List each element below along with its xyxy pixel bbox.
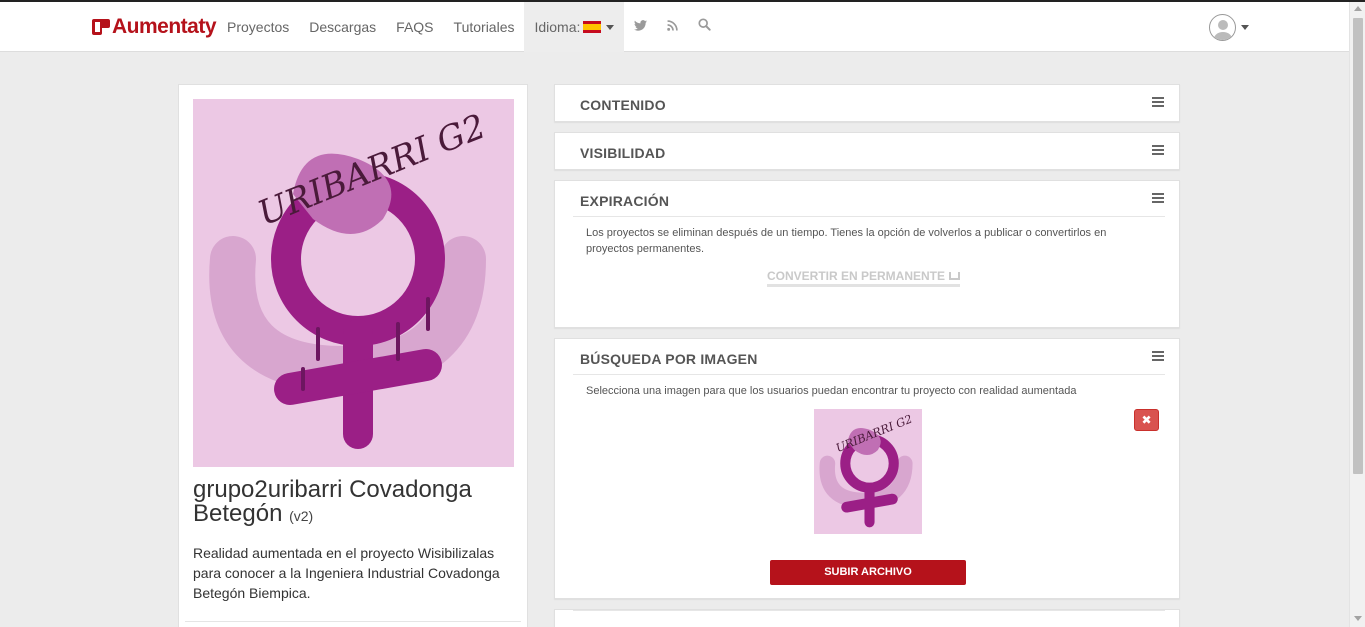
twitter-icon[interactable] (624, 2, 656, 52)
menu-icon[interactable] (1152, 193, 1164, 203)
panel-visibilidad[interactable]: VISIBILIDAD (554, 132, 1180, 170)
panel-next (554, 609, 1180, 627)
project-version: (v2) (289, 508, 314, 524)
scroll-up-arrow-icon[interactable] (1354, 6, 1362, 11)
nav-item-tutoriales[interactable]: Tutoriales (444, 2, 525, 52)
brand-name: Aumentaty (112, 15, 217, 38)
menu-icon[interactable] (1152, 351, 1164, 361)
search-icon[interactable] (688, 2, 720, 52)
chevron-down-icon (1241, 25, 1249, 30)
panel-title: VISIBILIDAD (580, 145, 666, 161)
top-navbar: Aumentaty Proyectos Descargas FAQS Tutor… (0, 2, 1349, 52)
convert-permanent-button[interactable]: CONVERTIR EN PERMANENTE (767, 269, 961, 287)
project-description: Realidad aumentada en el proyecto Wisibi… (193, 545, 500, 601)
brand-logo[interactable]: Aumentaty (92, 15, 217, 39)
user-avatar-icon (1209, 14, 1236, 41)
delete-image-button[interactable]: ✖ (1134, 409, 1159, 431)
spain-flag-icon (583, 21, 602, 33)
chevron-down-icon (606, 25, 615, 30)
panel-divider (573, 610, 1165, 611)
panel-busqueda-imagen: BÚSQUEDA POR IMAGEN Selecciona una image… (554, 338, 1180, 599)
scrollbar-thumb[interactable] (1353, 18, 1363, 474)
panel-divider (573, 216, 1165, 217)
rss-icon[interactable] (656, 2, 688, 52)
divider (185, 621, 521, 622)
cart-icon (949, 272, 961, 280)
project-cover-image: URIBARRI G2 (193, 99, 514, 467)
panel-title: CONTENIDO (580, 97, 666, 113)
panel-contenido[interactable]: CONTENIDO (554, 84, 1180, 122)
project-title-text: grupo2uribarri Covadonga Betegón (193, 476, 472, 527)
expiration-info-text: Los proyectos se eliminan después de un … (586, 227, 1107, 255)
nav-item-faqs[interactable]: FAQS (386, 2, 443, 52)
upload-file-button[interactable]: SUBIR ARCHIVO (770, 560, 966, 585)
scroll-down-arrow-icon[interactable] (1354, 616, 1362, 621)
project-title: grupo2uribarri Covadonga Betegón (v2) (193, 478, 523, 528)
page-scrollbar[interactable] (1349, 2, 1365, 627)
panel-divider (573, 374, 1165, 375)
nav-item-descargas[interactable]: Descargas (299, 2, 386, 52)
nav-item-proyectos[interactable]: Proyectos (217, 2, 299, 52)
convert-permanent-label: CONVERTIR EN PERMANENTE (767, 269, 946, 283)
panel-title: EXPIRACIÓN (580, 193, 670, 209)
menu-icon[interactable] (1152, 145, 1164, 155)
user-menu[interactable] (1209, 14, 1249, 41)
language-dropdown[interactable]: Idioma: (524, 2, 625, 52)
target-image-thumbnail: URIBARRI G2 (814, 409, 922, 534)
image-search-info-text: Selecciona una imagen para que los usuar… (586, 385, 1077, 397)
aumentaty-logo-icon (92, 18, 110, 36)
panel-title: BÚSQUEDA POR IMAGEN (580, 351, 758, 367)
main-nav: Proyectos Descargas FAQS Tutoriales Idio… (217, 2, 720, 52)
language-label: Idioma: (534, 19, 581, 35)
menu-icon[interactable] (1152, 97, 1164, 107)
project-card: URIBARRI G2 grupo2uribarri Covadonga Bet… (178, 84, 528, 627)
panel-expiracion: EXPIRACIÓN Los proyectos se eliminan des… (554, 180, 1180, 328)
